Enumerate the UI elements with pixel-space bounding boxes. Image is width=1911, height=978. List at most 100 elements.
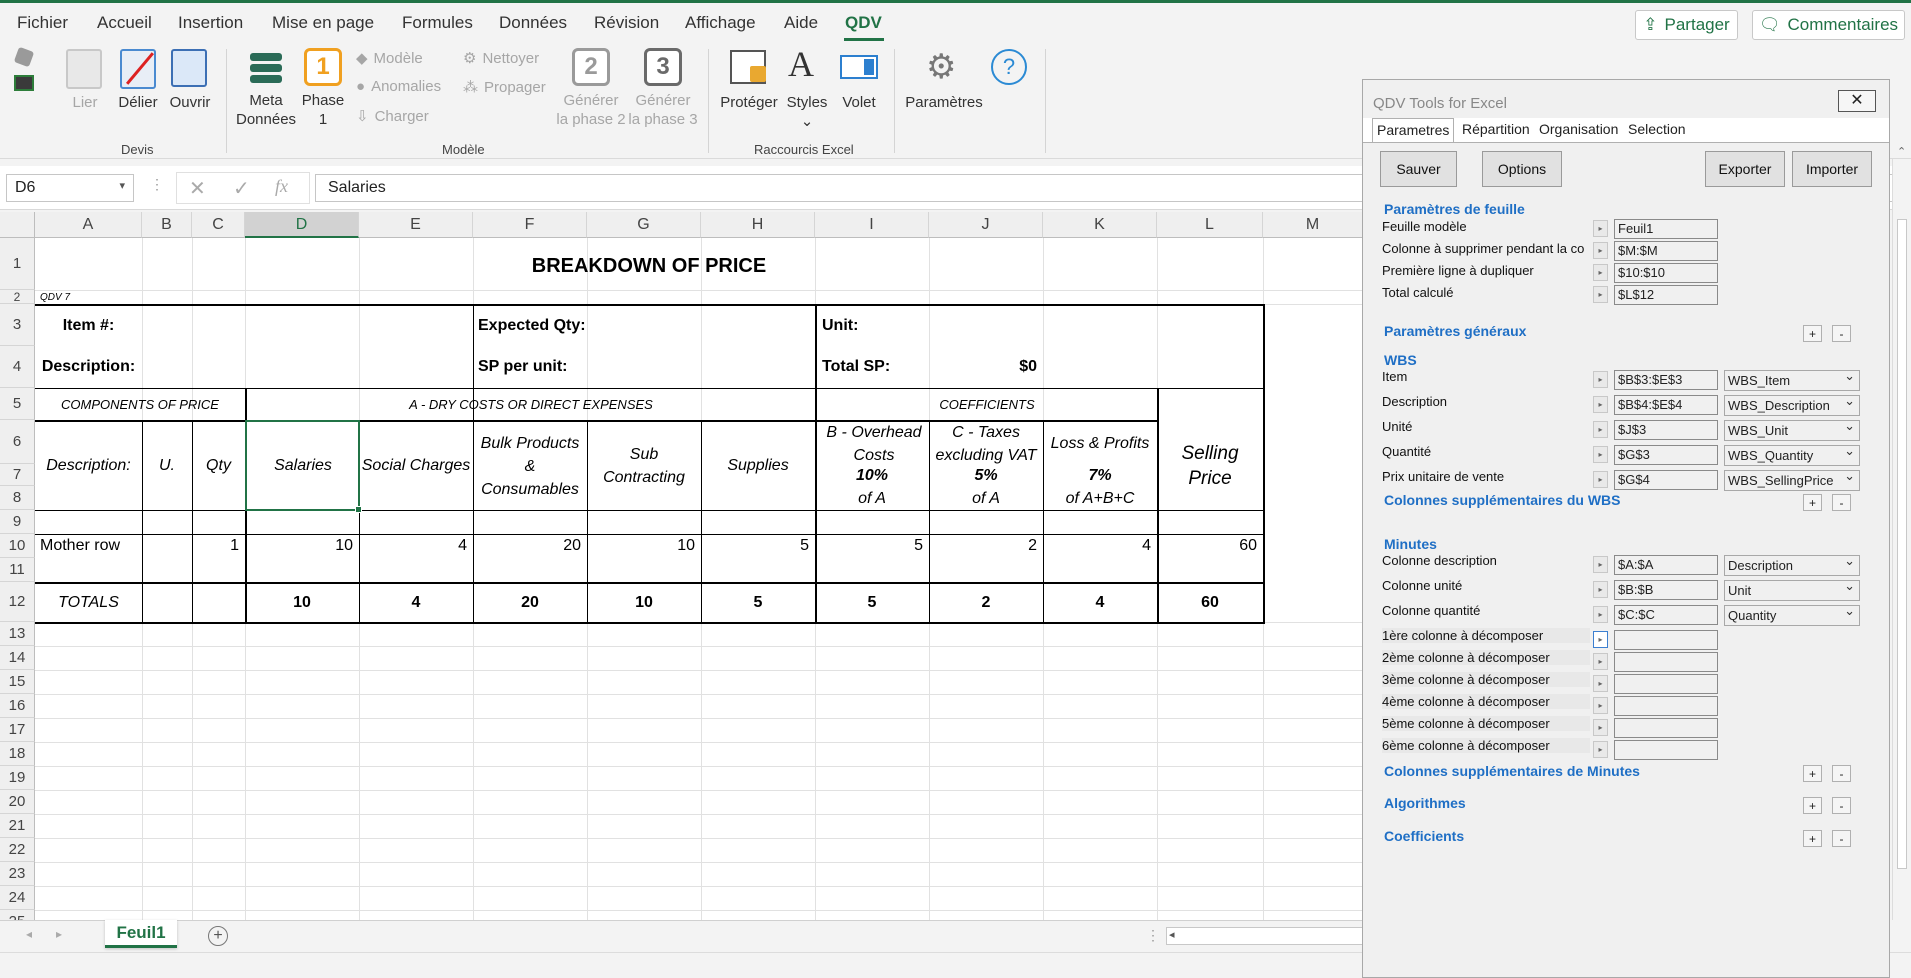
mother-row-loss[interactable]: 4 (1043, 534, 1157, 558)
total-selling[interactable]: 60 (1157, 584, 1263, 622)
charger-command[interactable]: ⇩ Charger (356, 107, 429, 126)
name-box[interactable]: D6 ▾ (6, 174, 134, 202)
row-header[interactable]: 18 (0, 742, 35, 766)
collapse-button[interactable]: - (1832, 494, 1851, 511)
column-header-e[interactable]: E (359, 212, 473, 238)
total-taxes[interactable]: 2 (929, 584, 1043, 622)
loss-basis[interactable]: of A+B+C (1043, 487, 1157, 510)
generate-phase2-button[interactable]: Générer la phase 2 (552, 91, 630, 129)
column-header-b[interactable]: B (142, 212, 192, 238)
expand-icon[interactable]: ▸ (1593, 719, 1608, 736)
comments-button[interactable]: 🗨 Commentaires (1752, 10, 1905, 40)
row-header[interactable]: 17 (0, 718, 35, 742)
expand-icon[interactable]: ▸ (1593, 631, 1608, 648)
metadata-button[interactable]: Meta Données (236, 91, 296, 129)
components-header[interactable]: COMPONENTS OF PRICE (35, 389, 245, 420)
decompose-column-4-field[interactable] (1614, 696, 1718, 716)
vertical-scrollbar[interactable]: ⌃ (1892, 146, 1911, 920)
scroll-up-icon[interactable]: ⌃ (1897, 145, 1906, 158)
select-all-corner[interactable] (0, 212, 35, 238)
menu-accueil[interactable]: Accueil (97, 13, 152, 33)
decompose-column-5-field[interactable] (1614, 718, 1718, 738)
mother-row-bulk[interactable]: 20 (473, 534, 587, 558)
row-header[interactable]: 6 (0, 420, 35, 464)
total-calc-field[interactable]: $L$12 (1614, 285, 1718, 305)
section-minutes[interactable]: Minutes (1384, 536, 1437, 552)
unit-column-header[interactable]: U. (142, 422, 192, 510)
modele-command[interactable]: ◆ Modèle (356, 49, 423, 68)
total-salaries[interactable]: 10 (245, 584, 359, 622)
import-button[interactable]: Importer (1792, 151, 1872, 187)
scroll-right-icon[interactable]: ▸ (56, 927, 62, 941)
minutes-description-field[interactable]: $A:$A (1614, 555, 1718, 575)
wbs-unit-select[interactable]: WBS_Unit (1724, 420, 1860, 441)
mother-row-overhead[interactable]: 5 (815, 534, 929, 558)
lier-button[interactable]: Lier (60, 93, 110, 112)
row-header[interactable]: 2 (0, 290, 35, 304)
wbs-quantity-field[interactable]: $G$3 (1614, 445, 1718, 465)
expand-icon[interactable]: ▸ (1593, 220, 1608, 237)
supplies-column-header[interactable]: Supplies (701, 422, 815, 510)
propager-command[interactable]: ⁂ Propager (463, 78, 546, 97)
row-header[interactable]: 9 (0, 510, 35, 534)
overhead-basis[interactable]: of A (815, 487, 929, 510)
totals-label[interactable]: TOTALS (35, 584, 142, 622)
wbs-selling-price-field[interactable]: $G$4 (1614, 470, 1718, 490)
enter-icon[interactable]: ✓ (233, 176, 250, 201)
scrollbar-thumb[interactable] (1897, 219, 1907, 869)
overhead-percent[interactable]: 10% (815, 465, 929, 487)
column-header-c[interactable]: C (192, 212, 245, 238)
mother-row-supplies[interactable]: 5 (701, 534, 815, 558)
column-header-k[interactable]: K (1043, 212, 1157, 238)
expected-qty-label[interactable]: Expected Qty: (473, 306, 587, 346)
expand-icon[interactable]: ▸ (1593, 421, 1608, 438)
sp-per-unit-label[interactable]: SP per unit: (473, 346, 587, 388)
save-button[interactable]: Sauver (1380, 151, 1457, 187)
sub-contracting-column-header[interactable]: Sub Contracting (600, 422, 688, 510)
taxes-percent[interactable]: 5% (929, 465, 1043, 487)
expand-button[interactable]: + (1803, 765, 1822, 782)
qty-column-header[interactable]: Qty (192, 422, 245, 510)
expand-icon[interactable]: ▸ (1593, 286, 1608, 303)
horizontal-scrollbar[interactable]: ◂ (1166, 927, 1363, 945)
collapse-button[interactable]: - (1832, 797, 1851, 814)
taxes-column-header[interactable]: C - Taxes excluding VAT (932, 422, 1040, 466)
total-supplies[interactable]: 5 (701, 584, 815, 622)
column-header-d[interactable]: D (245, 212, 359, 238)
qdv-version-cell[interactable]: QDV 7 (35, 290, 142, 304)
share-button[interactable]: ⇪ Partager (1635, 10, 1738, 40)
mother-row-label[interactable]: Mother row (35, 534, 142, 558)
row-header[interactable]: 25 (0, 910, 35, 920)
minutes-unit-select[interactable]: Unit (1724, 580, 1860, 601)
row-header[interactable]: 8 (0, 486, 35, 510)
mother-row-selling[interactable]: 60 (1157, 534, 1263, 558)
expand-icon[interactable]: ▸ (1593, 581, 1608, 598)
sheet-template-field[interactable]: Feuil1 (1614, 219, 1718, 239)
export-button[interactable]: Exporter (1705, 151, 1785, 187)
section-sheet-params[interactable]: Paramètres de feuille (1384, 201, 1525, 217)
total-bulk[interactable]: 20 (473, 584, 587, 622)
column-header-m[interactable]: M (1263, 212, 1363, 238)
wbs-selling-price-select[interactable]: WBS_SellingPrice (1724, 470, 1860, 491)
total-social[interactable]: 4 (359, 584, 473, 622)
minutes-quantity-field[interactable]: $C:$C (1614, 605, 1718, 625)
tab-selection[interactable]: Selection (1624, 118, 1690, 142)
row-header[interactable]: 20 (0, 790, 35, 814)
collapse-button[interactable]: - (1832, 830, 1851, 847)
section-algorithms[interactable]: Algorithmes (1384, 795, 1466, 811)
parametres-button[interactable]: Paramètres (904, 93, 984, 112)
menu-affichage[interactable]: Affichage (685, 13, 756, 33)
row-header[interactable]: 13 (0, 622, 35, 646)
loss-percent[interactable]: 7% (1043, 465, 1157, 487)
section-general-params[interactable]: Paramètres généraux (1384, 323, 1526, 339)
collapse-button[interactable]: - (1832, 325, 1851, 342)
row-header[interactable]: 11 (0, 558, 35, 582)
board-icon[interactable] (14, 75, 34, 91)
mother-row-taxes[interactable]: 2 (929, 534, 1043, 558)
decompose-column-2-field[interactable] (1614, 652, 1718, 672)
add-sheet-icon[interactable]: + (208, 926, 228, 946)
wbs-quantity-select[interactable]: WBS_Quantity (1724, 445, 1860, 466)
wbs-unit-field[interactable]: $J$3 (1614, 420, 1718, 440)
section-minutes-extra[interactable]: Colonnes supplémentaires de Minutes (1384, 763, 1640, 779)
menu-formules[interactable]: Formules (402, 13, 473, 33)
